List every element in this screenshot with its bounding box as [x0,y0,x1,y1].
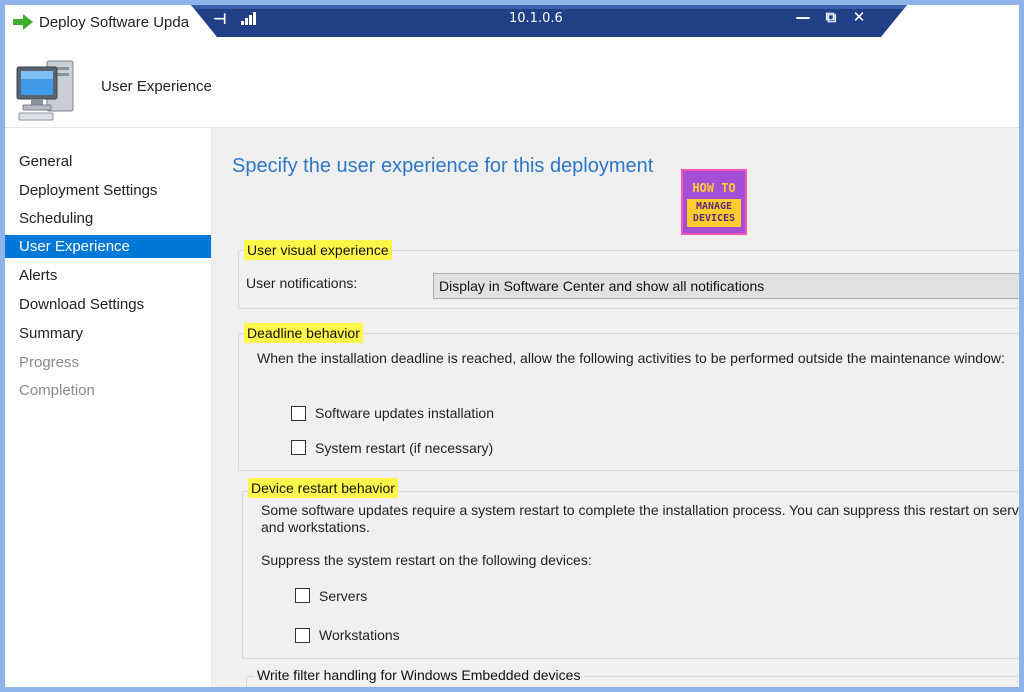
restore-button[interactable]: ⧉ [821,8,841,26]
system-restart-label: System restart (if necessary) [315,440,494,456]
nav-item-alerts[interactable]: Alerts [5,264,211,287]
restart-description-line-1: Some software updates require a system r… [261,502,1019,518]
green-arrow-icon [13,14,33,30]
page-title: Specify the user experience for this dep… [232,155,654,177]
user-notifications-dropdown[interactable]: Display in Software Center and show all … [433,273,1019,299]
nav-item-completion: Completion [19,382,95,399]
workstations-checkbox[interactable] [295,628,310,643]
user-notifications-label: User notifications: [246,275,358,291]
logo-line-3: DEVICES [692,213,736,224]
window-title: Deploy Software Upda [39,14,190,31]
nav-item-scheduling[interactable]: Scheduling [5,207,211,230]
page-header-title: User Experience [101,78,212,95]
nav-item-download-settings[interactable]: Download Settings [5,293,211,316]
write-filter-legend: Write filter handling for Windows Embedd… [254,665,584,685]
device-restart-behavior-legend: Device restart behavior [248,478,398,498]
close-button[interactable]: ✕ [849,8,869,26]
nav-item-summary[interactable]: Summary [5,322,211,345]
logo-line-1: HOW TO [692,181,736,195]
pin-icon[interactable]: ⊣ [213,10,227,28]
nav-item-deployment-settings[interactable]: Deployment Settings [5,179,211,202]
deadline-description: When the installation deadline is reache… [257,350,1005,366]
title-bar: Deploy Software Upda ⊣ 10.1.0.6 — ⧉ ✕ [5,5,1019,41]
wizard-window: Deploy Software Upda ⊣ 10.1.0.6 — ⧉ ✕ Us… [5,5,1019,687]
system-restart-checkbox[interactable] [291,440,306,455]
minimize-button[interactable]: — [793,8,813,26]
deadline-behavior-legend: Deadline behavior [244,323,363,343]
servers-label: Servers [319,588,368,604]
connection-ip: 10.1.0.6 [509,11,563,26]
logo-line-2: MANAGE [695,201,733,212]
signal-strength-icon [241,12,256,25]
howto-manage-devices-logo: HOW TO MANAGE DEVICES [681,169,747,235]
workstations-label: Workstations [319,627,400,643]
content-panel: Specify the user experience for this dep… [212,128,1019,687]
wizard-navigation: General Deployment Settings Scheduling U… [5,128,211,687]
nav-item-progress: Progress [19,354,80,371]
user-visual-experience-legend: User visual experience [244,240,392,260]
logo-lines-2-3: MANAGE DEVICES [687,199,741,227]
remote-connection-bar: ⊣ 10.1.0.6 — ⧉ ✕ [191,5,907,37]
restart-description-line-2: and workstations. [261,519,370,535]
nav-item-general[interactable]: General [5,150,211,173]
servers-checkbox[interactable] [295,588,310,603]
software-updates-installation-checkbox[interactable] [291,406,306,421]
software-updates-installation-label: Software updates installation [315,405,494,421]
suppress-restart-label: Suppress the system restart on the follo… [261,552,592,568]
computer-icon [16,60,74,121]
nav-item-user-experience[interactable]: User Experience [5,235,211,258]
